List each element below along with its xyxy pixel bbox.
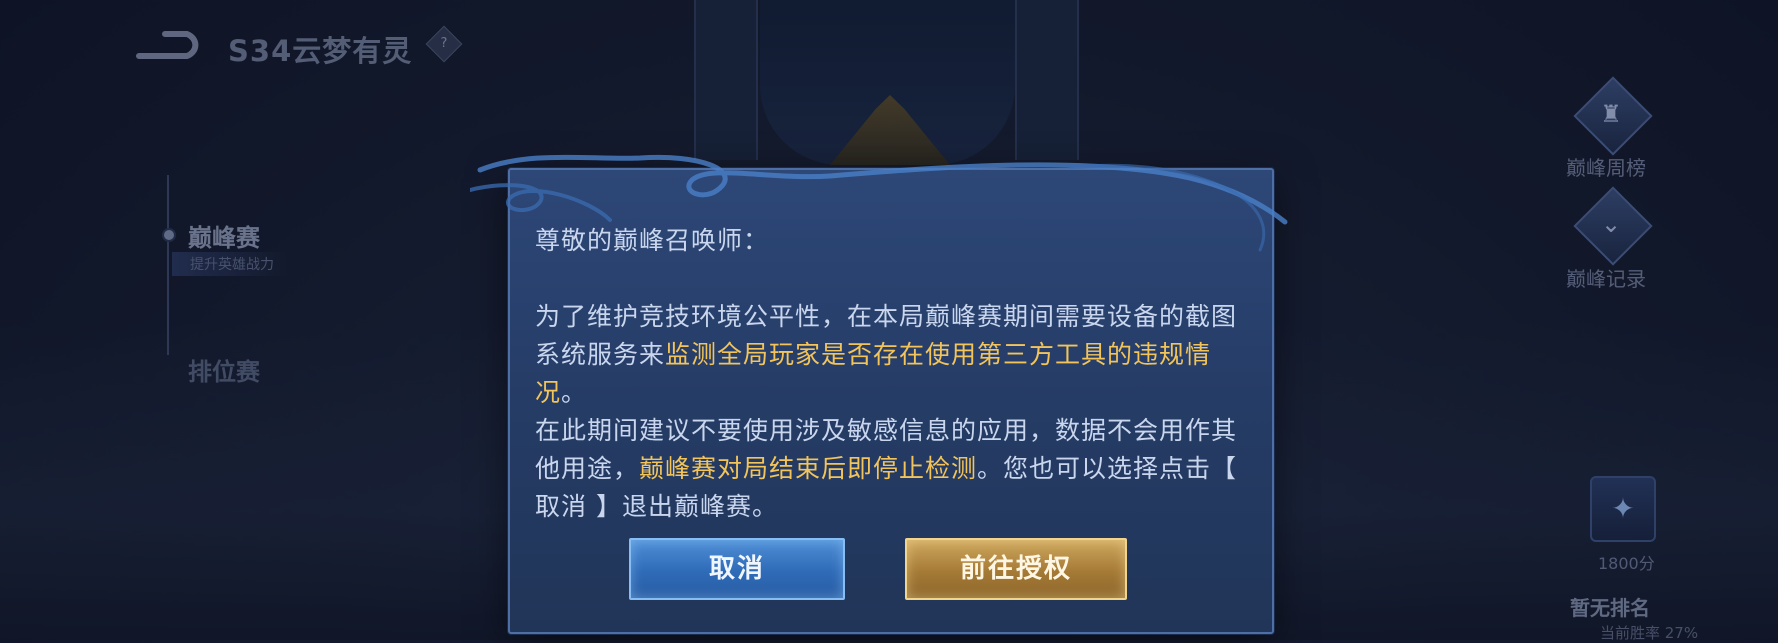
paragraph-2-highlight: 巅峰赛对局结束后即停止检测 [639, 454, 978, 483]
paragraph-1-end: 。 [561, 378, 588, 407]
dialog-paragraph-1: 为了维护竞技环境公平性，在本局巅峰赛期间需要设备的截图系统服务来监测全局玩家是否… [535, 298, 1250, 412]
cancel-button[interactable]: 取消 [629, 538, 845, 600]
dialog-message: 尊敬的巅峰召唤师： 为了维护竞技环境公平性，在本局巅峰赛期间需要设备的截图系统服… [535, 222, 1250, 526]
authorization-dialog: 尊敬的巅峰召唤师： 为了维护竞技环境公平性，在本局巅峰赛期间需要设备的截图系统服… [508, 168, 1274, 634]
dialog-paragraph-2: 在此期间建议不要使用涉及敏感信息的应用，数据不会用作其他用途，巅峰赛对局结束后即… [535, 412, 1250, 526]
authorize-button[interactable]: 前往授权 [905, 538, 1127, 600]
dialog-greeting: 尊敬的巅峰召唤师： [535, 226, 770, 255]
